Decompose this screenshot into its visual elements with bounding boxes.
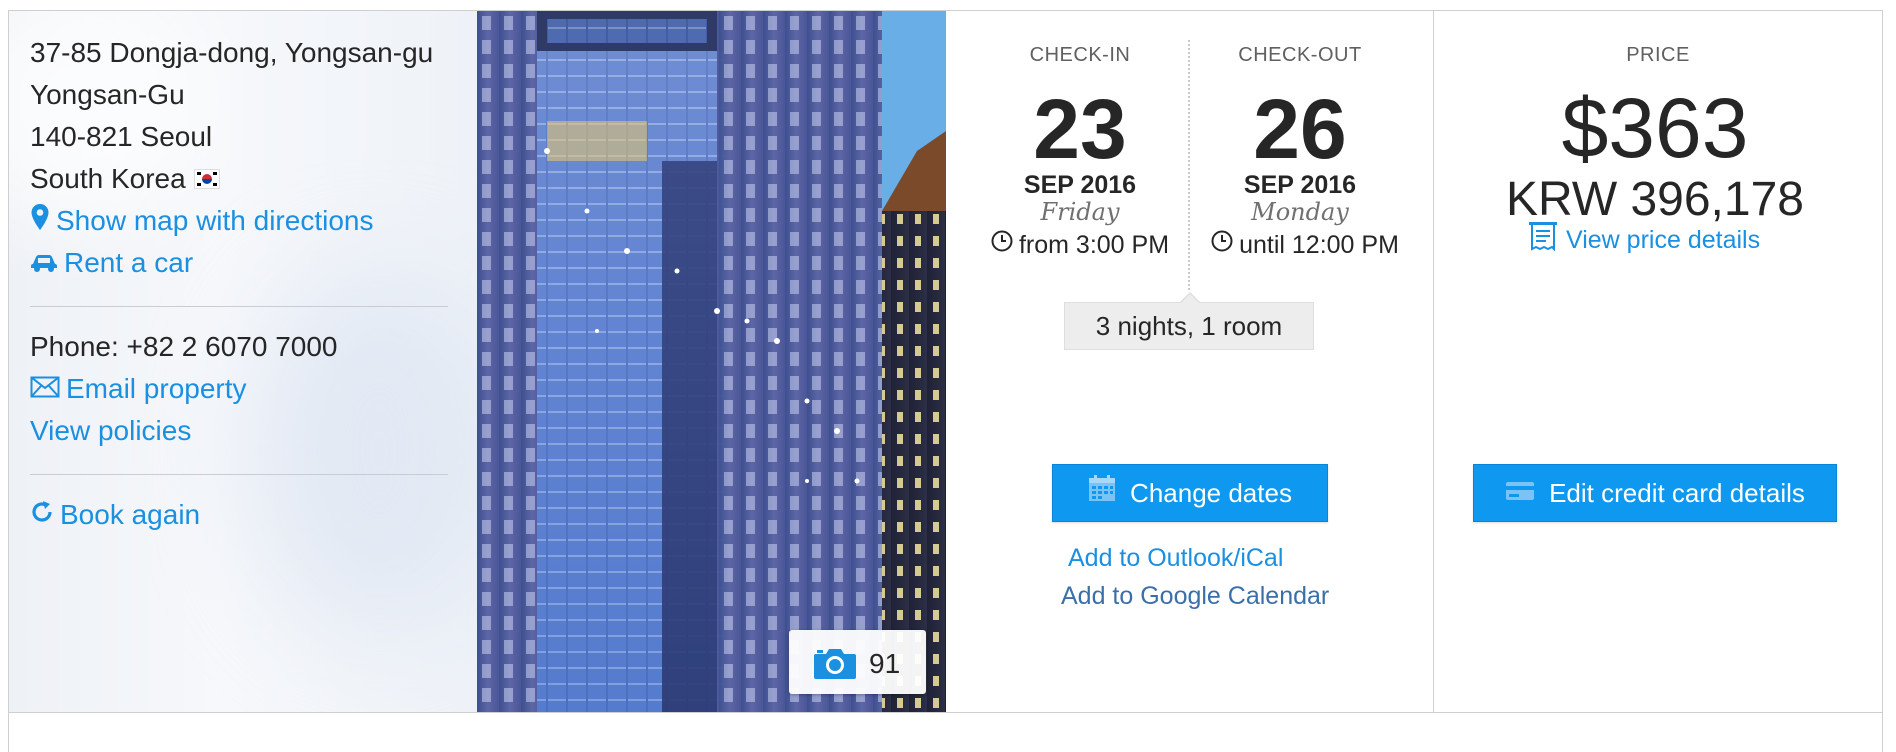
stay-summary: 3 nights, 1 room <box>1064 302 1314 350</box>
address-district: Yongsan-Gu <box>30 79 185 110</box>
checkin-label: CHECK-IN <box>1029 44 1131 66</box>
price-krw: KRW 396,178 <box>1506 173 1804 226</box>
map-pin-icon <box>30 203 50 239</box>
hotel-photo[interactable] <box>477 11 946 712</box>
clock-icon <box>991 229 1013 259</box>
photo-gallery-button[interactable]: 91 <box>789 630 926 694</box>
checkout-day: 26 <box>1253 82 1347 176</box>
view-policies-link[interactable]: View policies <box>30 414 191 448</box>
email-property-link[interactable]: Email property <box>30 372 247 408</box>
address-city: 140-821 Seoul <box>30 121 213 152</box>
add-outlook-link[interactable]: Add to Outlook/iCal <box>1068 543 1283 573</box>
clock-icon <box>1211 229 1233 259</box>
add-google-calendar-link[interactable]: Add to Google Calendar <box>1061 581 1329 611</box>
checkout-time-row: until 12:00 PM <box>1190 230 1420 261</box>
checkin-weekday: Friday <box>1040 198 1120 226</box>
credit-card-icon <box>1505 465 1535 521</box>
camera-icon <box>813 646 857 685</box>
hotel-building-image <box>477 11 946 712</box>
checkout-time: until 12:00 PM <box>1239 231 1399 259</box>
rent-car-link[interactable]: Rent a car <box>30 246 193 282</box>
photo-count: 91 <box>869 648 901 679</box>
show-map-label: Show map with directions <box>56 205 374 236</box>
checkin-month-year: SEP 2016 <box>1023 171 1137 199</box>
view-price-details-link[interactable]: View price details <box>1528 221 1761 260</box>
section-divider <box>30 474 448 475</box>
checkout-weekday: Monday <box>1251 198 1349 226</box>
receipt-icon <box>1528 221 1558 258</box>
address-country-row: South Korea <box>30 162 220 196</box>
rent-car-label: Rent a car <box>64 247 194 278</box>
email-property-label: Email property <box>66 373 247 404</box>
checkin-time: from 3:00 PM <box>1018 231 1170 259</box>
price-label: PRICE <box>1626 44 1690 66</box>
change-dates-label: Change dates <box>1130 478 1292 508</box>
book-again-label: Book again <box>60 499 201 530</box>
refresh-icon <box>30 498 54 532</box>
checkin-time-row: from 3:00 PM <box>960 230 1200 261</box>
price-column-divider <box>1433 11 1434 712</box>
view-price-details-label: View price details <box>1566 226 1761 255</box>
background-glow <box>249 271 477 631</box>
edit-credit-card-button[interactable]: Edit credit card details <box>1473 464 1837 522</box>
price-usd: $363 <box>1561 81 1749 175</box>
change-dates-button[interactable]: Change dates <box>1052 464 1328 522</box>
car-icon <box>30 246 58 280</box>
card-bottom-divider <box>8 712 1883 713</box>
calendar-icon <box>1088 465 1116 521</box>
section-divider <box>30 306 448 307</box>
address-street: 37-85 Dongja-dong, Yongsan-gu <box>30 37 434 68</box>
address-country: South Korea <box>30 163 186 194</box>
checkout-month-year: SEP 2016 <box>1243 171 1357 199</box>
book-again-link[interactable]: Book again <box>30 498 200 534</box>
edit-credit-card-label: Edit credit card details <box>1549 478 1805 508</box>
checkin-day: 23 <box>1033 82 1127 176</box>
korea-flag-icon <box>193 168 220 189</box>
phone-number: Phone: +82 2 6070 7000 <box>30 331 338 362</box>
show-map-link[interactable]: Show map with directions <box>30 203 374 241</box>
checkout-label: CHECK-OUT <box>1238 44 1362 66</box>
nights-pointer-fill <box>1181 294 1199 303</box>
envelope-icon <box>30 372 60 406</box>
